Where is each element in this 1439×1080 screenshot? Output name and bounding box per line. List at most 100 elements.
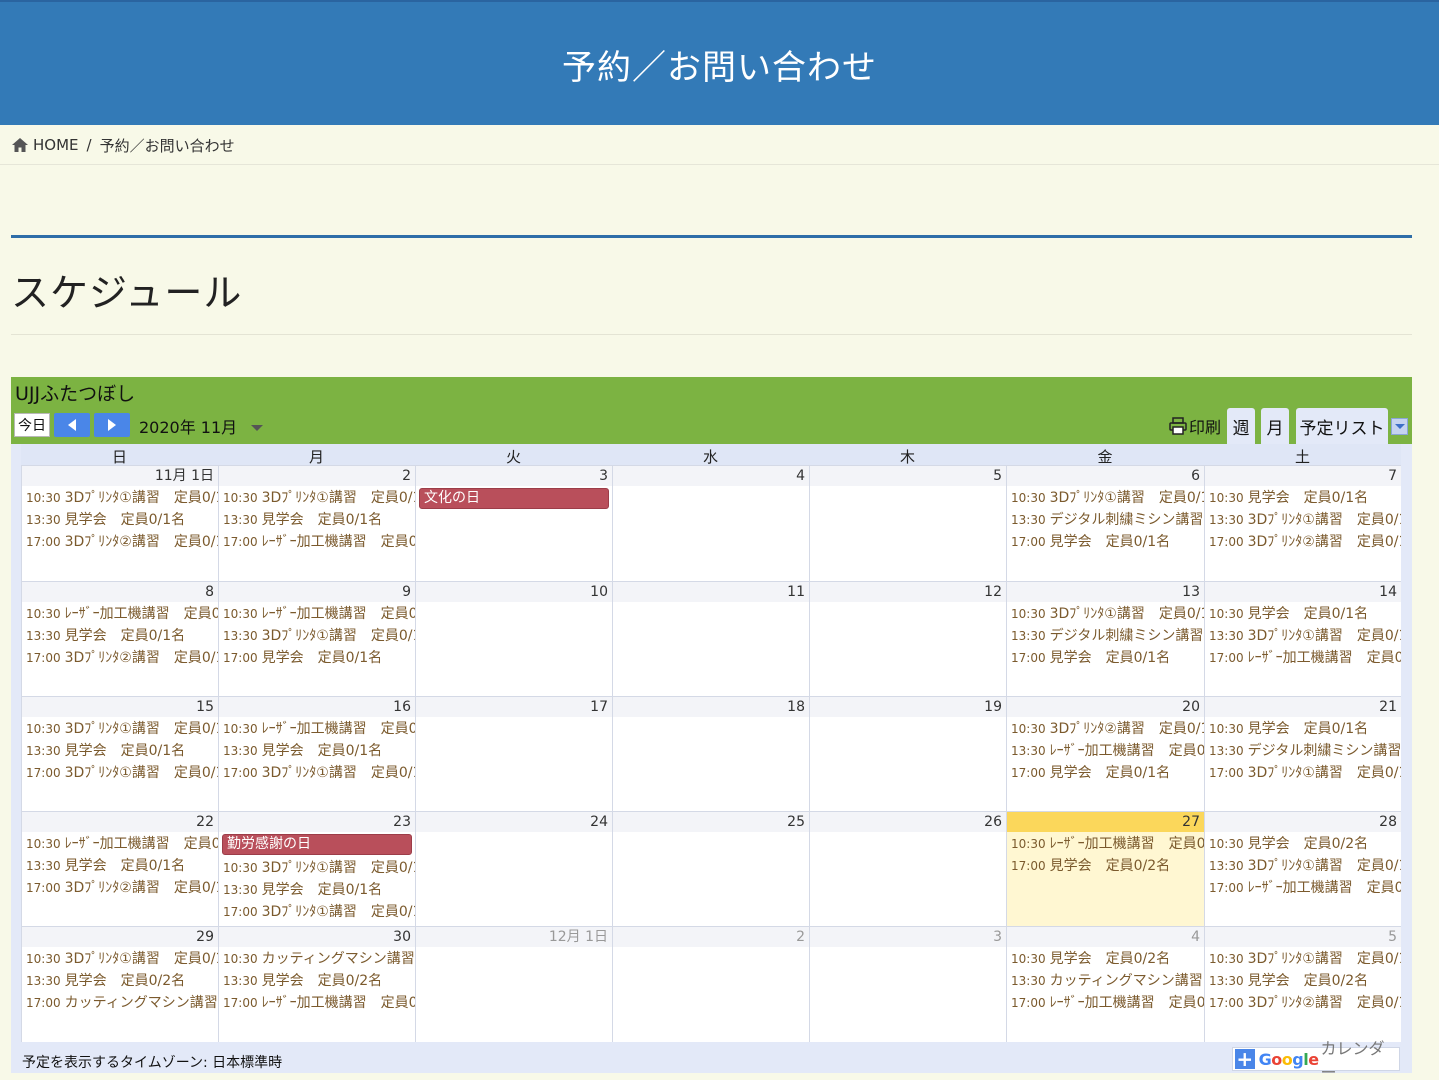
calendar-event[interactable]: 10:303Dﾌﾟﾘﾝﾀ①講習 定員0/1名 — [223, 488, 415, 508]
calendar-event[interactable]: 10:30ﾚｰｻﾞｰ加工機講習 定員0/1名 — [223, 719, 415, 739]
day-cell[interactable]: 21 10:30 見学会 定員0/1名 13:30 デジタル刺繍ミシン講習 17:00 3D… — [1204, 696, 1401, 811]
day-cell[interactable]: 18 — [612, 696, 809, 811]
calendar-event[interactable]: 10:303Dﾌﾟﾘﾝﾀ②講習 定員0/1名 — [1011, 719, 1204, 739]
calendar-event[interactable]: 17:003Dﾌﾟﾘﾝﾀ①講習 定員0/1名 — [223, 902, 415, 922]
calendar-event[interactable]: 17:003Dﾌﾟﾘﾝﾀ②講習 定員0/1名 — [26, 648, 218, 668]
calendar-event[interactable]: 10:30 見学会 定員0/1名 — [1209, 604, 1368, 624]
calendar-event[interactable]: 17:003Dﾌﾟﾘﾝﾀ①講習 定員0/1名 — [223, 763, 415, 783]
day-cell[interactable]: 25 — [612, 811, 809, 926]
calendar-event[interactable]: 17:00 見学会 定員0/1名 — [1011, 648, 1170, 668]
day-cell[interactable]: 4 10:30 見学会 定員0/2名 13:30 カッティングマシン講習 17:00 ﾚｰｻ… — [1006, 926, 1204, 1042]
day-cell[interactable]: 10 — [415, 581, 612, 696]
day-cell[interactable]: 4 — [612, 465, 809, 581]
calendar-event[interactable]: 17:00 見学会 定員0/2名 — [1011, 856, 1170, 876]
day-cell[interactable]: 2210:30ﾚｰｻﾞｰ加工機講習 定員0/1名13:30見学会 定員0/1名1… — [21, 811, 218, 926]
period-selector[interactable]: 2020年 11月 — [139, 414, 264, 438]
day-cell[interactable]: 210:303Dﾌﾟﾘﾝﾀ①講習 定員0/1名13:30見学会 定員0/1名17… — [218, 465, 415, 581]
print-button[interactable]: 印刷 — [1169, 414, 1221, 438]
calendar-event[interactable]: 10:303Dﾌﾟﾘﾝﾀ①講習 定員0/1名 — [26, 488, 218, 508]
calendar-event[interactable]: 13:30 デジタル刺繍ミシン講習 — [1209, 741, 1401, 761]
holiday-event[interactable]: 勤労感謝の日 — [222, 834, 412, 855]
calendar-event[interactable]: 17:003Dﾌﾟﾘﾝﾀ①講習 定員0/1名 — [1209, 763, 1401, 783]
calendar-event[interactable]: 17:00ﾚｰｻﾞｰ加工機講習 定員0/1名 — [1209, 878, 1401, 898]
calendar-event[interactable]: 17:00ﾚｰｻﾞｰ加工機講習 定員0/1名 — [1011, 993, 1204, 1013]
day-cell[interactable]: 11 — [612, 581, 809, 696]
day-cell[interactable]: 24 — [415, 811, 612, 926]
day-cell[interactable]: 1310:303Dﾌﾟﾘﾝﾀ①講習 定員0/1名13:30デジタル刺繍ミシン講習… — [1006, 581, 1204, 696]
calendar-event[interactable]: 17:003Dﾌﾟﾘﾝﾀ②講習 定員0/1名 — [1209, 993, 1401, 1013]
calendar-event[interactable]: 17:00 見学会 定員0/1名 — [1011, 532, 1170, 552]
calendar-event[interactable]: 10:30ﾚｰｻﾞｰ加工機講習 定員0/1名 — [1011, 834, 1204, 854]
calendar-event[interactable]: 17:00ﾚｰｻﾞｰ加工機講習 定員0/1名 — [1209, 648, 1401, 668]
day-cell[interactable]: 2010:303Dﾌﾟﾘﾝﾀ②講習 定員0/1名13:30ﾚｰｻﾞｰ加工機講習 … — [1006, 696, 1204, 811]
day-cell[interactable]: 610:303Dﾌﾟﾘﾝﾀ①講習 定員0/1名13:30デジタル刺繍ミシン講習1… — [1006, 465, 1204, 581]
calendar-event[interactable]: 10:303Dﾌﾟﾘﾝﾀ①講習 定員0/1名 — [26, 719, 218, 739]
day-cell[interactable]: 2 — [612, 926, 809, 1042]
calendar-event[interactable]: 10:303Dﾌﾟﾘﾝﾀ①講習 定員0/1名 — [1209, 949, 1401, 969]
holiday-event[interactable]: 文化の日 — [419, 488, 609, 509]
day-cell[interactable]: 5 — [809, 465, 1006, 581]
day-cell[interactable]: 710:30見学会 定員0/1名13:303Dﾌﾟﾘﾝﾀ①講習 定員0/1名17… — [1204, 465, 1401, 581]
day-cell[interactable]: 2910:303Dﾌﾟﾘﾝﾀ①講習 定員0/1名13:30見学会 定員0/2名1… — [21, 926, 218, 1042]
view-options-dropdown[interactable] — [1391, 418, 1408, 435]
add-to-google-calendar-button[interactable]: + Google カレンダー — [1232, 1039, 1400, 1080]
day-cell[interactable]: 3 — [809, 926, 1006, 1042]
calendar-event[interactable]: 13:30 見学会 定員0/2名 — [26, 971, 185, 991]
calendar-event[interactable]: 13:303Dﾌﾟﾘﾝﾀ①講習 定員0/1名 — [1209, 626, 1401, 646]
tab-month[interactable]: 月 — [1261, 408, 1289, 444]
calendar-event[interactable]: 13:303Dﾌﾟﾘﾝﾀ①講習 定員0/1名 — [1209, 510, 1401, 530]
calendar-event[interactable]: 10:303Dﾌﾟﾘﾝﾀ①講習 定員0/1名 — [26, 949, 218, 969]
calendar-event[interactable]: 13:30 見学会 定員0/1名 — [26, 741, 185, 761]
breadcrumb-home-link[interactable]: HOME — [33, 136, 79, 154]
next-month-button[interactable] — [94, 413, 130, 437]
day-cell[interactable]: 12月 1日 — [415, 926, 612, 1042]
calendar-event[interactable]: 13:30 見学会 定員0/1名 — [223, 880, 382, 900]
day-cell[interactable]: 1410:30見学会 定員0/1名13:303Dﾌﾟﾘﾝﾀ①講習 定員0/1名1… — [1204, 581, 1401, 696]
calendar-event[interactable]: 13:30 見学会 定員0/1名 — [26, 856, 185, 876]
day-cell[interactable]: 2810:30見学会 定員0/2名13:303Dﾌﾟﾘﾝﾀ①講習 定員0/1名1… — [1204, 811, 1401, 926]
day-cell[interactable]: 23勤労感謝の日10:303Dﾌﾟﾘﾝﾀ①講習 定員0/1名13:30見学会 定… — [218, 811, 415, 926]
calendar-event[interactable]: 10:30 カッティングマシン講習 — [223, 949, 415, 969]
day-cell[interactable]: 12 — [809, 581, 1006, 696]
calendar-event[interactable]: 17:00ﾚｰｻﾞｰ加工機講習 定員0/1名 — [223, 532, 415, 552]
calendar-event[interactable]: 10:30ﾚｰｻﾞｰ加工機講習 定員0/1名 — [26, 604, 218, 624]
calendar-event[interactable]: 17:00 見学会 定員0/1名 — [1011, 763, 1170, 783]
calendar-event[interactable]: 13:30 見学会 定員0/1名 — [223, 510, 382, 530]
day-cell[interactable]: 2710:30ﾚｰｻﾞｰ加工機講習 定員0/1名17:00見学会 定員0/2名 — [1006, 811, 1204, 926]
calendar-event[interactable]: 17:00 見学会 定員0/1名 — [223, 648, 382, 668]
day-cell[interactable]: 30 10:30 カッティングマシン講習 13:30 見学会 定員0/2名 17:00 ﾚｰ… — [218, 926, 415, 1042]
day-cell[interactable]: 17 — [415, 696, 612, 811]
calendar-event[interactable]: 10:30ﾚｰｻﾞｰ加工機講習 定員0/1名 — [223, 604, 415, 624]
calendar-event[interactable]: 17:003Dﾌﾟﾘﾝﾀ②講習 定員0/1名 — [26, 878, 218, 898]
day-cell[interactable]: 3 文化の日 — [415, 465, 612, 581]
calendar-event[interactable]: 17:00ﾚｰｻﾞｰ加工機講習 定員0/1名 — [223, 993, 415, 1013]
calendar-event[interactable]: 10:303Dﾌﾟﾘﾝﾀ①講習 定員0/1名 — [223, 858, 415, 878]
prev-month-button[interactable] — [54, 413, 90, 437]
day-cell[interactable]: 910:30ﾚｰｻﾞｰ加工機講習 定員0/1名13:303Dﾌﾟﾘﾝﾀ①講習 定… — [218, 581, 415, 696]
calendar-event[interactable]: 13:303Dﾌﾟﾘﾝﾀ①講習 定員0/1名 — [223, 626, 415, 646]
tab-agenda[interactable]: 予定リスト — [1296, 408, 1388, 444]
calendar-event[interactable]: 13:30 見学会 定員0/1名 — [26, 510, 185, 530]
calendar-event[interactable]: 13:30ﾚｰｻﾞｰ加工機講習 定員0/1名 — [1011, 741, 1204, 761]
calendar-event[interactable]: 10:303Dﾌﾟﾘﾝﾀ①講習 定員0/1名 — [1011, 604, 1204, 624]
calendar-event[interactable]: 17:003Dﾌﾟﾘﾝﾀ①講習 定員0/1名 — [26, 763, 218, 783]
calendar-event[interactable]: 13:30 見学会 定員0/1名 — [26, 626, 185, 646]
day-cell[interactable]: 1510:303Dﾌﾟﾘﾝﾀ①講習 定員0/1名13:30見学会 定員0/1名1… — [21, 696, 218, 811]
day-cell[interactable]: 1610:30ﾚｰｻﾞｰ加工機講習 定員0/1名13:30見学会 定員0/1名1… — [218, 696, 415, 811]
calendar-event[interactable]: 13:303Dﾌﾟﾘﾝﾀ①講習 定員0/1名 — [1209, 856, 1401, 876]
calendar-event[interactable]: 10:30 見学会 定員0/2名 — [1011, 949, 1170, 969]
calendar-event[interactable]: 10:30 見学会 定員0/2名 — [1209, 834, 1368, 854]
calendar-event[interactable]: 13:30 カッティングマシン講習 — [1011, 971, 1203, 991]
calendar-event[interactable]: 13:30 デジタル刺繍ミシン講習 — [1011, 626, 1203, 646]
calendar-event[interactable]: 17:003Dﾌﾟﾘﾝﾀ②講習 定員0/1名 — [1209, 532, 1401, 552]
calendar-event[interactable]: 10:30ﾚｰｻﾞｰ加工機講習 定員0/1名 — [26, 834, 218, 854]
day-cell[interactable]: 19 — [809, 696, 1006, 811]
calendar-event[interactable]: 10:30 見学会 定員0/1名 — [1209, 488, 1368, 508]
calendar-event[interactable]: 13:30 見学会 定員0/1名 — [223, 741, 382, 761]
tab-week[interactable]: 週 — [1227, 408, 1255, 444]
calendar-event[interactable]: 17:003Dﾌﾟﾘﾝﾀ②講習 定員0/1名 — [26, 532, 218, 552]
day-cell[interactable]: 11月 1日10:303Dﾌﾟﾘﾝﾀ①講習 定員0/1名13:30見学会 定員0… — [21, 465, 218, 581]
calendar-event[interactable]: 13:30 見学会 定員0/2名 — [223, 971, 382, 991]
day-cell[interactable]: 26 — [809, 811, 1006, 926]
today-button[interactable]: 今日 — [14, 413, 50, 437]
